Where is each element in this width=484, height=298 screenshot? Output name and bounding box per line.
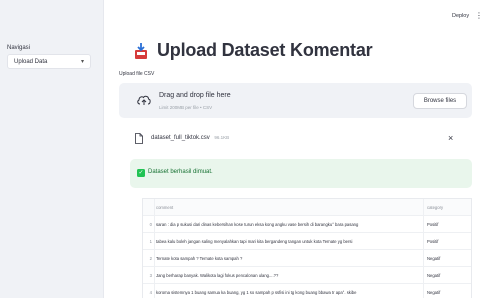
- cloud-upload-icon: [137, 95, 151, 105]
- cell-comment[interactable]: tabea kalu boleh jangan saling menyalahk…: [156, 239, 422, 244]
- column-divider: [423, 216, 424, 232]
- dropzone-subtitle: Limit 200MB per file • CSV: [159, 105, 213, 110]
- file-icon: [135, 133, 143, 144]
- index-divider: [154, 233, 155, 249]
- cell-comment[interactable]: Ternate kota sampah ? Ternate kota sampa…: [156, 256, 422, 261]
- table-row[interactable]: 1 tabea kalu boleh jangan saling menyala…: [143, 233, 471, 250]
- file-dropzone[interactable]: Drag and drop file here Limit 200MB per …: [119, 83, 472, 118]
- navigation-label: Navigasi: [7, 45, 31, 51]
- cell-comment[interactable]: saran : dia p sukusi dari dinas kebersih…: [156, 222, 422, 227]
- row-index: 3: [149, 273, 152, 278]
- table-row[interactable]: 0 saran : dia p sukusi dari dinas kebers…: [143, 216, 471, 233]
- uploaded-file-row: dataset_full_tiktok.csv 96.1KB ×: [130, 130, 472, 148]
- column-divider: [423, 267, 424, 283]
- browse-files-button[interactable]: Browse files: [413, 93, 467, 109]
- cell-category[interactable]: Negatif: [427, 290, 440, 295]
- row-index: 4: [149, 290, 152, 295]
- table-row[interactable]: 3 Jang berharap banyak. Walikota lagi fo…: [143, 267, 471, 284]
- cell-category[interactable]: Negatif: [427, 256, 440, 261]
- column-header-category[interactable]: category: [427, 205, 443, 210]
- row-index: 0: [149, 222, 152, 227]
- success-alert: ✓ Dataset berhasil dimuat.: [130, 159, 472, 188]
- index-divider: [154, 267, 155, 283]
- sidebar: Navigasi Upload Data ▾: [0, 0, 104, 298]
- cell-category[interactable]: Positif: [427, 239, 438, 244]
- uploaded-file-name: dataset_full_tiktok.csv: [151, 135, 210, 141]
- cell-comment[interactable]: Jang berharap banyak. Walikota lagi foku…: [156, 273, 422, 278]
- main-menu-icon[interactable]: ⋮: [475, 11, 483, 20]
- column-divider: [423, 233, 424, 249]
- page-title: Upload Dataset Komentar: [157, 40, 373, 60]
- row-index: 1: [149, 239, 152, 244]
- row-index: 2: [149, 256, 152, 261]
- table-row[interactable]: 4 koroma sistemnya 1 buang samua ka buan…: [143, 284, 471, 298]
- index-divider: [154, 250, 155, 266]
- index-divider: [154, 216, 155, 232]
- page-title-row: Upload Dataset Komentar: [134, 40, 373, 61]
- uploaded-file-info: dataset_full_tiktok.csv 96.1KB: [151, 135, 229, 141]
- cell-category[interactable]: Positif: [427, 222, 438, 227]
- column-divider: [423, 284, 424, 298]
- data-table[interactable]: comment category 0 saran : dia p sukusi …: [142, 198, 472, 298]
- navigation-select[interactable]: Upload Data ▾: [7, 54, 91, 69]
- cell-comment[interactable]: koroma sistemnya 1 buang samua ka buang,…: [156, 290, 422, 295]
- check-icon: ✓: [137, 169, 145, 177]
- column-header-comment[interactable]: comment: [156, 205, 173, 210]
- cell-category[interactable]: Negatif: [427, 273, 440, 278]
- upload-label: Upload file CSV: [119, 71, 155, 77]
- success-alert-text: Dataset berhasil dimuat.: [148, 169, 213, 175]
- column-divider: [423, 199, 424, 215]
- navigation-select-value: Upload Data: [14, 59, 48, 65]
- table-row[interactable]: 2 Ternate kota sampah ? Ternate kota sam…: [143, 250, 471, 267]
- inbox-tray-icon: [135, 42, 147, 59]
- table-header-row: comment category: [143, 199, 471, 216]
- remove-file-icon[interactable]: ×: [448, 133, 453, 143]
- index-divider: [154, 199, 155, 215]
- dropzone-title: Drag and drop file here: [159, 92, 231, 99]
- chevron-down-icon: ▾: [80, 59, 84, 65]
- column-divider: [423, 250, 424, 266]
- uploaded-file-size: 96.1KB: [214, 135, 230, 140]
- index-divider: [154, 284, 155, 298]
- deploy-button[interactable]: Deploy: [452, 13, 469, 19]
